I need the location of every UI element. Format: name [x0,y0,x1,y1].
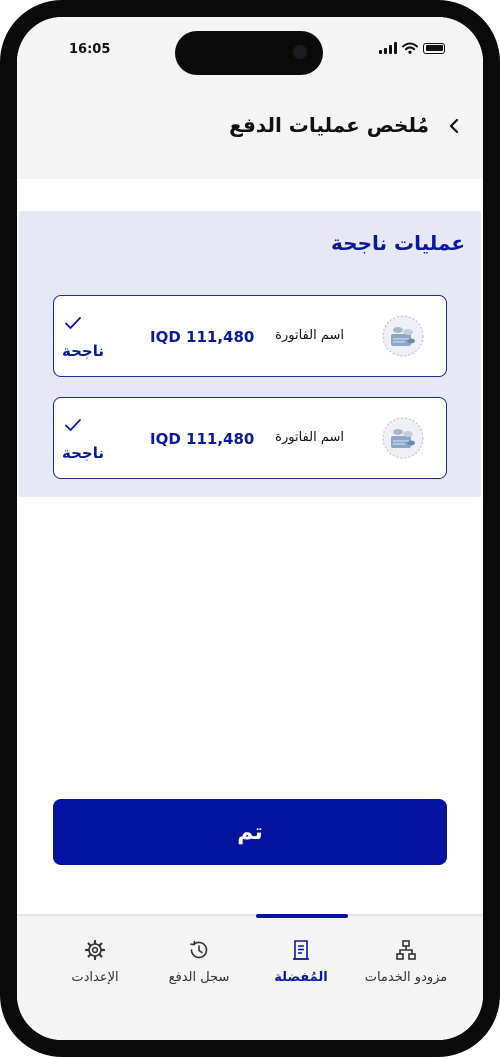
chevron-left-icon[interactable] [443,115,465,137]
phone-frame: 16:05 مُلخص عمليات الدفع عمليات ناجحة اس… [0,0,500,1057]
nav-label: المُفضلة [274,970,328,985]
checkmark-icon [65,317,81,329]
nav-item-favorites[interactable]: المُفضلة [246,938,356,985]
nav-label: الإعدادت [71,970,119,985]
nav-label: سجل الدفع [168,970,230,985]
status-badge: ناجحة [62,444,104,462]
sitemap-icon [396,940,416,960]
wifi-icon [402,42,418,54]
done-button[interactable]: تم [53,799,447,865]
dynamic-island [175,31,323,75]
active-tab-indicator [256,914,348,918]
section-title: عمليات ناجحة [331,231,465,255]
battery-icon [423,42,445,54]
status-icons [379,42,445,54]
nav-item-service-providers[interactable]: مزودو الخدمات [351,938,461,985]
successful-transactions-panel: عمليات ناجحة اسم الفاتورة IQD 111,480 نا… [19,211,481,497]
nav-item-payment-history[interactable]: سجل الدفع [144,938,254,985]
transaction-card[interactable]: اسم الفاتورة IQD 111,480 ناجحة [53,295,447,377]
header-area: 16:05 مُلخص عمليات الدفع [17,17,483,179]
status-badge: ناجحة [62,342,104,360]
bill-amount: IQD 111,480 [150,430,255,448]
camera-icon [293,45,307,59]
coins-logo-icon [382,417,424,459]
history-icon [190,940,208,959]
bill-name: اسم الفاتورة [275,430,344,445]
nav-label: مزودو الخدمات [364,970,448,985]
screen: 16:05 مُلخص عمليات الدفع عمليات ناجحة اس… [17,17,483,1040]
signal-icon [379,42,397,54]
status-time: 16:05 [69,42,111,57]
checkmark-icon [65,419,81,431]
transaction-card[interactable]: اسم الفاتورة IQD 111,480 ناجحة [53,397,447,479]
page-title: مُلخص عمليات الدفع [229,113,429,137]
bill-name: اسم الفاتورة [275,328,344,343]
bottom-nav: مزودو الخدمات المُفضلة سجل الدفع الإعداد… [17,914,483,1040]
gear-icon [84,939,106,961]
receipt-icon [293,940,309,960]
coins-logo-icon [382,315,424,357]
bill-amount: IQD 111,480 [150,328,255,346]
nav-item-settings[interactable]: الإعدادت [40,938,150,985]
